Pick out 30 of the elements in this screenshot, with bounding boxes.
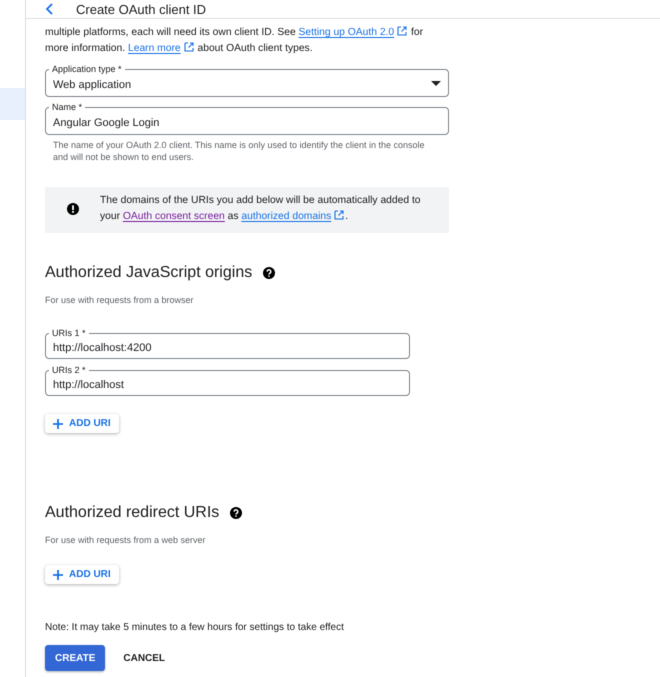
link[interactable]: Learn more [128, 43, 195, 54]
add-uri-button[interactable]: ADD URI [45, 565, 119, 584]
link[interactable]: Setting up OAuth 2.0 [298, 27, 408, 38]
help-icon [263, 267, 276, 279]
section-heading: Authorized redirect URIs [45, 503, 220, 523]
section-heading: Authorized JavaScript origins [45, 263, 252, 283]
add-uri-button[interactable]: ADD URI [45, 414, 119, 433]
input-field[interactable]: Name * Angular Google Login [45, 101, 449, 135]
note-text: Note: It may take 5 minutes to a few hours for settings to take effect [45, 622, 345, 633]
intro-text: multiple platforms, each will need its own client ID. See Setting up OAuth 2.0 for more information. Learn more about OAuth client types. [45, 25, 424, 56]
plus-icon [53, 570, 63, 580]
help-icon [230, 507, 242, 519]
dropdown-arrow-icon [431, 80, 441, 86]
plus-icon [53, 418, 63, 428]
sidebar-item[interactable] [0, 88, 25, 120]
input-field[interactable]: URIs 2 * http://localhost [45, 364, 410, 396]
dropdown[interactable]: Application type * Web application [45, 63, 449, 97]
link[interactable]: authorized domains [241, 211, 346, 222]
input-field[interactable]: URIs 1 * http://localhost:4200 [45, 327, 410, 359]
section-subtitle: For use with requests from a web server [45, 535, 207, 545]
link[interactable]: OAuth consent screen [122, 211, 225, 222]
external-link-icon [184, 42, 194, 52]
page-title: Create OAuth client ID [76, 2, 206, 16]
create-button[interactable]: CREATE [45, 645, 106, 671]
external-link-icon [334, 210, 344, 220]
external-link-icon [397, 26, 408, 36]
info-icon [67, 203, 79, 215]
section-subtitle: For use with requests from a browser [45, 295, 195, 305]
helper-text: The name of your OAuth 2.0 client. This name is only used to identify the client in the console and will not be shown to end users. [52, 139, 426, 163]
info-text: The domains of the URIs you add below will be automatically added to your OAuth consent screen as authorized domains . [100, 194, 422, 224]
